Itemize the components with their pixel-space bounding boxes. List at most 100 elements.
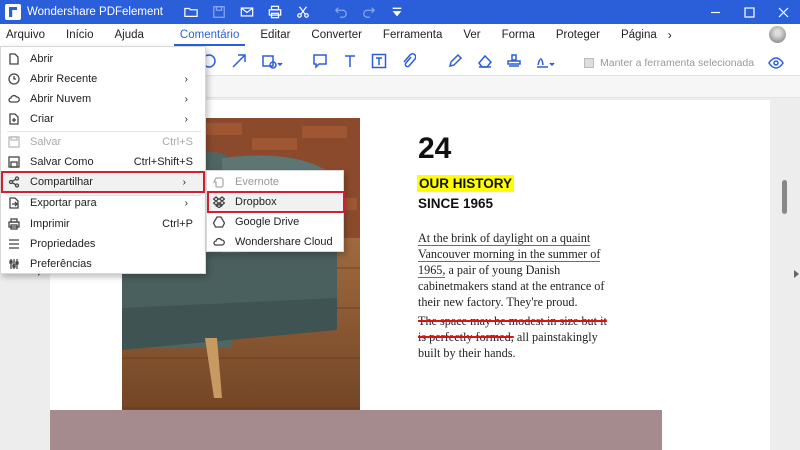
clock-icon	[8, 73, 20, 85]
paragraph-history-rest: a pair of young Danish cabinetmakers sta…	[418, 263, 605, 309]
paragraph-history: At the brink of daylight on a quaint Van…	[418, 230, 614, 310]
menu-bar: Arquivo Início Ajuda Comentário Editar C…	[0, 24, 800, 46]
menu-editar[interactable]: Editar	[254, 24, 296, 46]
minimize-button[interactable]	[698, 0, 732, 24]
menu-forma[interactable]: Forma	[496, 24, 541, 46]
menu-more-chevron-icon[interactable]: ›	[668, 28, 672, 42]
window-controls	[698, 0, 800, 24]
keep-tool-selected-option[interactable]: Manter a ferramenta selecionada	[584, 55, 784, 71]
app-title: Wondershare PDFelement	[27, 6, 163, 18]
menu-item-label: Salvar	[30, 136, 62, 148]
print-icon[interactable]	[267, 4, 283, 20]
submenu-item-google-drive[interactable]: Google Drive	[207, 212, 345, 232]
menu-item-salvar: Salvar Ctrl+S	[1, 132, 207, 152]
menu-item-abrir-nuvem[interactable]: Abrir Nuvem ›	[1, 89, 207, 109]
menu-item-label: Exportar para	[30, 197, 97, 209]
menu-item-exportar-para[interactable]: Exportar para ›	[1, 193, 207, 213]
menu-item-label: Imprimir	[30, 218, 70, 230]
attachment-icon[interactable]	[399, 52, 417, 70]
save-as-icon	[8, 156, 20, 168]
properties-icon	[8, 238, 20, 250]
cloud-icon	[213, 236, 225, 248]
preferences-icon	[8, 258, 20, 270]
submenu-item-wondershare-cloud[interactable]: Wondershare Cloud	[207, 232, 345, 252]
undo-icon[interactable]	[333, 4, 349, 20]
right-panel-toggle-icon[interactable]	[794, 270, 799, 278]
eye-icon[interactable]	[768, 55, 784, 71]
menu-item-label: Compartilhar	[30, 176, 93, 188]
redo-icon[interactable]	[361, 4, 377, 20]
menu-item-criar[interactable]: Criar ›	[1, 109, 207, 129]
mail-icon[interactable]	[239, 4, 255, 20]
chevron-right-icon: ›	[184, 93, 188, 105]
page-number-heading: 24	[418, 132, 452, 165]
submenu-item-label: Dropbox	[235, 196, 277, 208]
highlighted-heading: OUR HISTORY	[417, 175, 515, 192]
menu-pagina[interactable]: Página	[615, 24, 663, 46]
menu-ferramenta[interactable]: Ferramenta	[377, 24, 448, 46]
chevron-right-icon: ›	[184, 197, 188, 209]
menu-item-label: Criar	[30, 113, 54, 125]
keep-tool-label: Manter a ferramenta selecionada	[600, 57, 755, 69]
chevron-right-icon: ›	[182, 176, 186, 188]
submenu-item-dropbox[interactable]: Dropbox	[207, 191, 345, 213]
menu-item-label: Salvar Como	[30, 156, 94, 168]
menu-arquivo[interactable]: Arquivo	[0, 24, 51, 46]
submenu-item-label: Wondershare Cloud	[235, 236, 333, 248]
app-logo-icon	[5, 4, 21, 20]
shortcut-label: Ctrl+Shift+S	[133, 156, 193, 168]
menu-item-propriedades[interactable]: Propriedades	[1, 234, 207, 254]
menu-inicio[interactable]: Início	[60, 24, 100, 46]
menu-item-imprimir[interactable]: Imprimir Ctrl+P	[1, 214, 207, 234]
avatar[interactable]	[769, 26, 786, 43]
menu-item-compartilhar[interactable]: Compartilhar ›	[1, 171, 205, 193]
arrow-shape-icon[interactable]	[230, 52, 248, 70]
folder-icon[interactable]	[183, 4, 199, 20]
page-footer-band	[50, 410, 662, 450]
export-icon	[8, 197, 20, 209]
menu-item-salvar-como[interactable]: Salvar Como Ctrl+Shift+S	[1, 152, 207, 172]
menu-comentario[interactable]: Comentário	[173, 24, 246, 46]
signature-dropdown-icon[interactable]	[534, 52, 558, 70]
submenu-item-label: Google Drive	[235, 216, 300, 228]
customize-quick-access-icon[interactable]	[389, 4, 405, 20]
menu-proteger[interactable]: Proteger	[550, 24, 606, 46]
pencil-icon[interactable]	[446, 52, 464, 70]
text-box-icon[interactable]	[370, 52, 388, 70]
save-icon[interactable]	[211, 4, 227, 20]
menu-item-abrir-recente[interactable]: Abrir Recente ›	[1, 69, 207, 89]
menu-item-label: Abrir Nuvem	[30, 93, 92, 105]
dropbox-icon	[213, 196, 225, 208]
chevron-right-icon: ›	[184, 73, 188, 85]
menu-item-label: Propriedades	[30, 238, 96, 250]
text-icon[interactable]	[341, 52, 359, 70]
note-icon[interactable]	[311, 52, 329, 70]
share-icon	[8, 176, 20, 188]
new-file-icon	[8, 113, 20, 125]
quick-access-toolbar	[183, 4, 405, 20]
file-menu: Abrir Abrir Recente › Abrir Nuvem › Cria…	[0, 46, 206, 274]
menu-item-label: Preferências	[30, 258, 92, 270]
menu-item-preferencias[interactable]: Preferências	[1, 254, 207, 274]
vertical-scrollbar-thumb[interactable]	[782, 180, 787, 214]
file-icon	[8, 53, 20, 65]
close-button[interactable]	[766, 0, 800, 24]
keep-tool-checkbox[interactable]	[584, 58, 594, 68]
shape-dropdown-icon[interactable]	[260, 52, 284, 70]
menu-converter[interactable]: Converter	[305, 24, 368, 46]
menu-ver[interactable]: Ver	[457, 24, 486, 46]
menu-ajuda[interactable]: Ajuda	[109, 24, 150, 46]
maximize-button[interactable]	[732, 0, 766, 24]
shortcut-label: Ctrl+P	[162, 218, 193, 230]
evernote-icon	[213, 176, 225, 188]
stamp-icon[interactable]	[505, 52, 523, 70]
eraser-icon[interactable]	[476, 52, 494, 70]
paragraph-space: The space may be modest in size but it i…	[418, 313, 614, 361]
cloud-icon	[8, 93, 20, 105]
shortcut-label: Ctrl+S	[162, 136, 193, 148]
submenu-item-label: Evernote	[235, 176, 280, 188]
google-drive-icon	[213, 216, 225, 228]
scissors-icon[interactable]	[295, 4, 311, 20]
menu-item-label: Abrir Recente	[30, 73, 98, 85]
menu-item-abrir[interactable]: Abrir	[1, 49, 207, 69]
